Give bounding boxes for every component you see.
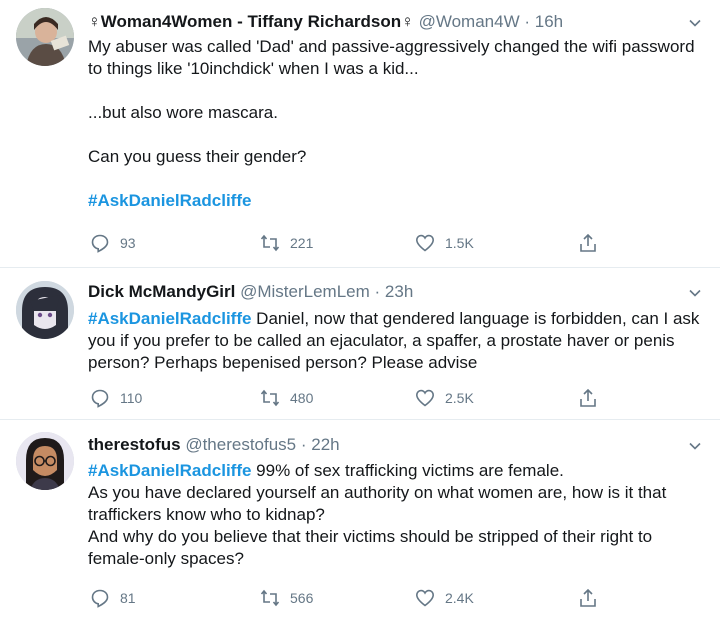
avatar[interactable] bbox=[16, 432, 74, 490]
reply-count: 110 bbox=[120, 390, 143, 406]
hashtag-link[interactable]: #AskDanielRadcliffe bbox=[88, 309, 251, 328]
tweet-line: 99% of sex trafficking victims are femal… bbox=[251, 461, 564, 480]
retweet-count: 566 bbox=[290, 590, 314, 606]
tweet-actions: 81 566 2.4K bbox=[0, 588, 720, 610]
tweet-actions: 93 221 1.5K bbox=[0, 233, 720, 255]
heart-icon bbox=[415, 389, 435, 407]
retweet-icon bbox=[260, 389, 280, 407]
reply-button[interactable]: 81 bbox=[90, 588, 136, 608]
retweet-count: 221 bbox=[290, 235, 314, 251]
retweet-button[interactable]: 566 bbox=[260, 588, 313, 608]
tweet[interactable]: Dick McMandyGirl @MisterLemLem · 23h #As… bbox=[0, 268, 720, 420]
retweet-button[interactable]: 480 bbox=[260, 388, 313, 408]
tweet-line: As you have declared yourself an authori… bbox=[88, 483, 667, 524]
reply-count: 93 bbox=[120, 235, 136, 251]
tweet-text: #AskDanielRadcliffe Daniel, now that gen… bbox=[88, 308, 708, 374]
reply-count: 81 bbox=[120, 590, 136, 606]
share-icon bbox=[580, 388, 596, 407]
tweet-line: My abuser was called 'Dad' and passive-a… bbox=[88, 37, 695, 78]
heart-icon bbox=[415, 234, 435, 252]
retweet-button[interactable]: 221 bbox=[260, 233, 313, 253]
like-button[interactable]: 2.5K bbox=[415, 388, 474, 408]
display-name[interactable]: therestofus bbox=[88, 435, 181, 454]
reply-icon bbox=[91, 389, 109, 408]
display-name[interactable]: Dick McMandyGirl bbox=[88, 282, 235, 301]
reply-icon bbox=[91, 589, 109, 608]
heart-icon bbox=[415, 589, 435, 607]
reply-button[interactable]: 110 bbox=[90, 388, 142, 408]
illustrated-person-icon bbox=[16, 281, 74, 339]
separator-dot: · bbox=[369, 282, 385, 301]
like-count: 1.5K bbox=[445, 235, 474, 251]
retweet-icon bbox=[260, 234, 280, 252]
reply-button[interactable]: 93 bbox=[90, 233, 136, 253]
display-name[interactable]: ♀Woman4Women - Tiffany Richardson♀ bbox=[88, 12, 414, 31]
hashtag-link[interactable]: #AskDanielRadcliffe bbox=[88, 191, 251, 210]
chevron-down-icon[interactable] bbox=[688, 16, 702, 30]
tweet-feed: ♀Woman4Women - Tiffany Richardson♀ @Woma… bbox=[0, 0, 720, 626]
share-icon bbox=[580, 588, 596, 607]
like-button[interactable]: 1.5K bbox=[415, 233, 474, 253]
tweet-line: Can you guess their gender? bbox=[88, 147, 307, 166]
tweet-actions: 110 480 2.5K bbox=[0, 388, 720, 410]
retweet-icon bbox=[260, 589, 280, 607]
tweet[interactable]: ♀Woman4Women - Tiffany Richardson♀ @Woma… bbox=[0, 0, 720, 268]
timestamp[interactable]: 16h bbox=[535, 12, 563, 31]
chevron-down-icon[interactable] bbox=[688, 286, 702, 300]
timestamp[interactable]: 22h bbox=[311, 435, 339, 454]
tweet[interactable]: therestofus @therestofus5 · 22h #AskDani… bbox=[0, 420, 720, 626]
separator-dot: · bbox=[296, 435, 312, 454]
share-button[interactable] bbox=[578, 588, 598, 608]
like-count: 2.5K bbox=[445, 390, 474, 406]
retweet-count: 480 bbox=[290, 390, 314, 406]
handle[interactable]: @therestofus5 bbox=[185, 435, 296, 454]
chevron-down-icon[interactable] bbox=[688, 439, 702, 453]
handle[interactable]: @Woman4W bbox=[419, 12, 520, 31]
tweet-line: And why do you believe that their victim… bbox=[88, 527, 653, 568]
share-button[interactable] bbox=[578, 388, 598, 408]
separator-dot: · bbox=[519, 12, 535, 31]
timestamp[interactable]: 23h bbox=[385, 282, 413, 301]
share-icon bbox=[580, 233, 596, 252]
tweet-text: My abuser was called 'Dad' and passive-a… bbox=[88, 36, 708, 212]
like-button[interactable]: 2.4K bbox=[415, 588, 474, 608]
tweet-line: ...but also wore mascara. bbox=[88, 103, 278, 122]
reply-icon bbox=[91, 234, 109, 253]
handle[interactable]: @MisterLemLem bbox=[240, 282, 370, 301]
hashtag-link[interactable]: #AskDanielRadcliffe bbox=[88, 461, 251, 480]
tweet-text: #AskDanielRadcliffe 99% of sex trafficki… bbox=[88, 460, 708, 570]
share-button[interactable] bbox=[578, 233, 598, 253]
cartoon-woman-glasses-icon bbox=[16, 432, 74, 490]
avatar[interactable] bbox=[16, 8, 74, 66]
person-photo-icon bbox=[16, 8, 74, 66]
like-count: 2.4K bbox=[445, 590, 474, 606]
avatar[interactable] bbox=[16, 281, 74, 339]
